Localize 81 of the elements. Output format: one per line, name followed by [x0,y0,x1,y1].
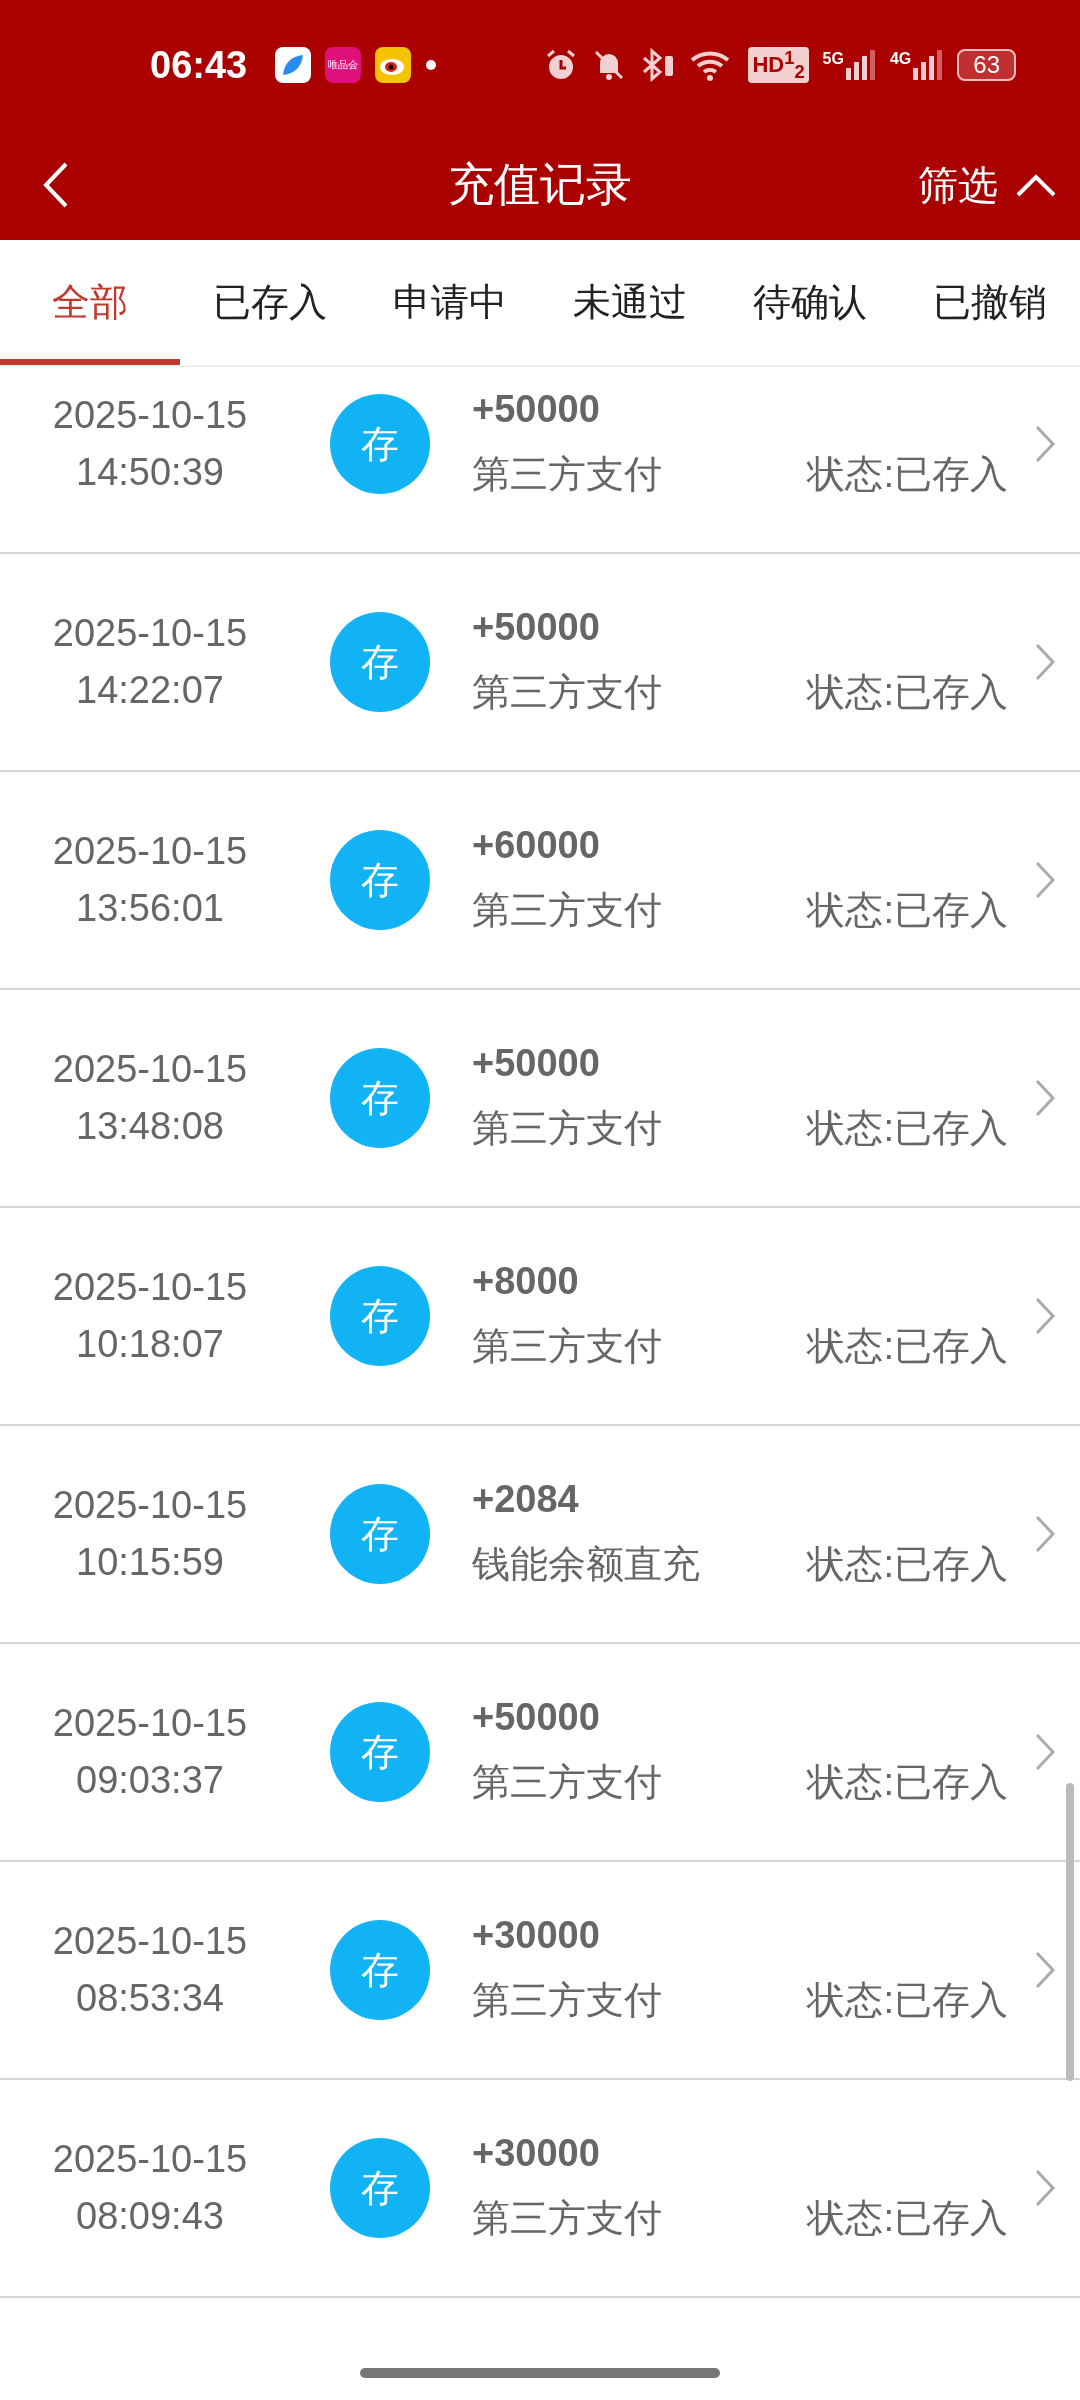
record-status: 状态:已存入 [807,452,1008,497]
signal-icon [845,50,876,80]
record-status: 状态:已存入 [807,1978,1008,2023]
record-date: 2025-10-15 [52,1920,248,1963]
payment-method: 第三方支付 [472,1760,662,1805]
page-title: 充值记录 [448,157,632,212]
chevron-right-icon[interactable] [1034,1514,1056,1554]
record-date: 2025-10-15 [52,1702,248,1745]
record-time: 08:53:34 [76,1977,224,2020]
chevron-right-icon[interactable] [1034,2168,1056,2208]
record-amount: +2084 [472,1478,580,1521]
record-status: 状态:已存入 [807,1542,1008,1587]
record-time: 10:15:59 [76,1541,224,1584]
record-date: 2025-10-15 [52,2138,248,2181]
record-amount: +50000 [472,606,601,649]
signal-icon [913,50,944,80]
record-time: 13:48:08 [76,1105,224,1148]
record-amount: +30000 [472,1914,601,1957]
deposit-badge: 存 [330,830,430,930]
record-time: 13:56:01 [76,887,224,930]
chevron-right-icon[interactable] [1034,1078,1056,1118]
record-time: 08:09:43 [76,2195,224,2238]
filter-tab[interactable]: 已存入 [180,240,360,365]
deposit-badge: 存 [330,1702,430,1802]
deposit-badge: 存 [330,1048,430,1148]
chevron-right-icon[interactable] [1034,1296,1056,1336]
chevron-right-icon[interactable] [1034,424,1056,464]
deposit-badge: 存 [330,2138,430,2238]
deposit-badge: 存 [330,1920,430,2020]
payment-method: 第三方支付 [472,1978,662,2023]
record-amount: +60000 [472,824,601,867]
filter-tab[interactable]: 已撤销 [900,240,1080,365]
record-time: 14:22:07 [76,669,224,712]
filter-tab[interactable]: 申请中 [360,240,540,365]
payment-method: 第三方支付 [472,2196,662,2241]
filter-tab[interactable]: 待确认 [720,240,900,365]
clock-time: 06:43 [150,43,248,87]
network-label: 4G [889,50,912,68]
record-date: 2025-10-15 [52,830,248,873]
deposit-badge: 存 [330,612,430,712]
app-icon: 唯品会 [325,47,362,83]
record-date: 2025-10-15 [52,612,248,655]
chevron-right-icon[interactable] [1034,860,1056,900]
payment-method: 第三方支付 [472,1106,662,1151]
record-date: 2025-10-15 [52,394,248,437]
record-date: 2025-10-15 [52,1484,248,1527]
record-status: 状态:已存入 [807,2196,1008,2241]
chevron-right-icon[interactable] [1034,1950,1056,1990]
record-status: 状态:已存入 [807,1106,1008,1151]
record-date: 2025-10-15 [52,1048,248,1091]
deposit-badge: 存 [330,1266,430,1366]
record-status: 状态:已存入 [807,1760,1008,1805]
record-status: 状态:已存入 [807,888,1008,933]
deposit-badge: 存 [330,394,430,494]
record-time: 10:18:07 [76,1323,224,1366]
record-date: 2025-10-15 [52,1266,248,1309]
record-amount: +50000 [472,1696,601,1739]
filter-tab[interactable]: 未通过 [540,240,720,365]
record-time: 14:50:39 [76,451,224,494]
battery-level: 63 [957,49,1016,81]
record-amount: +50000 [472,1042,601,1085]
record-amount: +30000 [472,2132,601,2175]
eye-app-icon [375,47,412,83]
deposit-badge: 存 [330,1484,430,1584]
record-status: 状态:已存入 [807,1324,1008,1369]
payment-method: 第三方支付 [472,452,662,497]
app-icon [275,47,312,83]
payment-method: 钱能余额直充 [472,1542,700,1587]
chevron-up-icon [1016,173,1056,197]
record-amount: +50000 [472,388,601,431]
record-status: 状态:已存入 [807,670,1008,715]
chevron-right-icon[interactable] [1034,1732,1056,1772]
filter-button[interactable]: 筛选 [918,157,1056,213]
dot-icon [425,59,438,71]
record-time: 09:03:37 [76,1759,224,1802]
record-amount: +8000 [472,1260,580,1303]
payment-method: 第三方支付 [472,1324,662,1369]
chevron-right-icon[interactable] [1034,642,1056,682]
payment-method: 第三方支付 [472,888,662,933]
network-label: 5G [822,50,844,68]
payment-method: 第三方支付 [472,670,662,715]
